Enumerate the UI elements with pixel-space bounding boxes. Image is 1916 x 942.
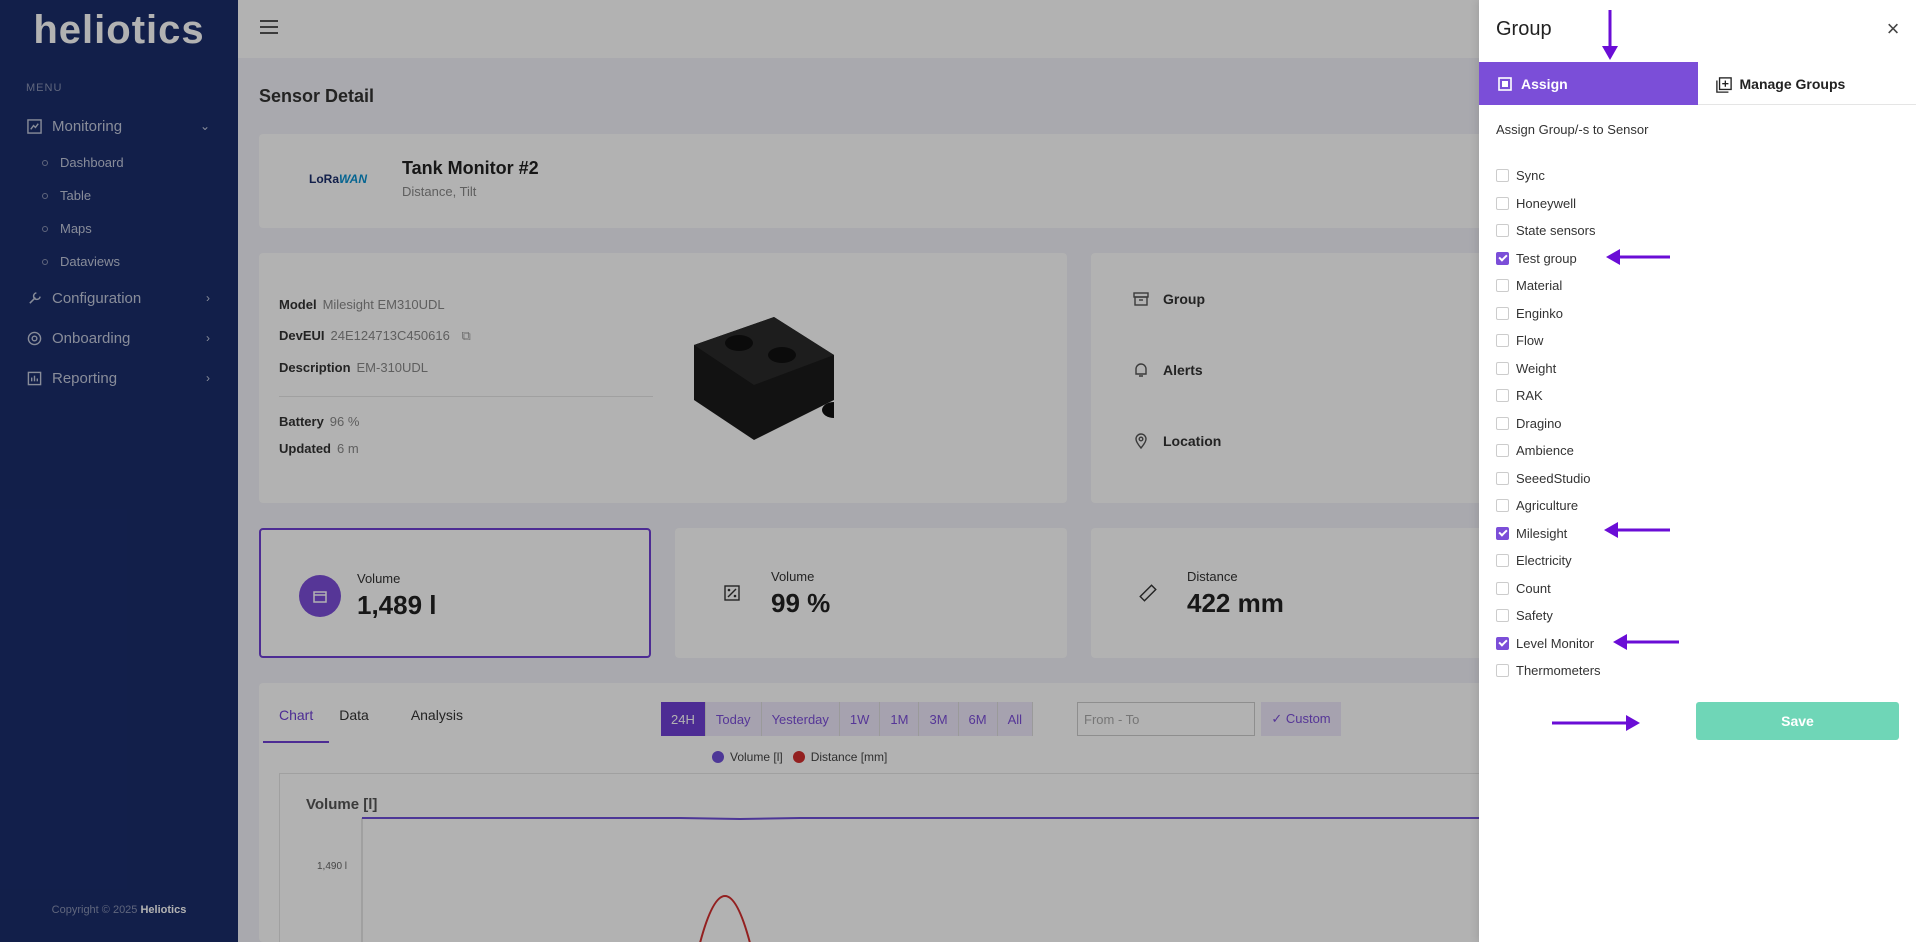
group-label: Safety [1516,608,1553,624]
group-label: Ambience [1516,443,1574,459]
group-drawer: Group × Assign Manage Groups Assign Grou… [1479,0,1916,942]
group-checkbox-item[interactable]: Thermometers [1496,657,1601,685]
checkbox[interactable] [1496,251,1509,265]
checkbox[interactable] [1496,609,1509,623]
group-checkbox-item[interactable]: Sync [1496,162,1601,190]
checkbox[interactable] [1496,499,1509,513]
group-label: Agriculture [1516,498,1579,514]
checkbox[interactable] [1496,224,1509,238]
group-label: Electricity [1516,553,1572,569]
checkbox[interactable] [1496,196,1509,210]
add-stack-icon [1715,76,1732,93]
checkbox[interactable] [1496,471,1509,485]
group-label: Milesight [1516,525,1568,541]
square-icon [1497,76,1513,92]
group-checkbox-item[interactable]: Material [1496,272,1601,300]
tab-manage-label: Manage Groups [1739,75,1846,92]
drawer-title: Group [1496,18,1552,40]
group-checkbox-item[interactable]: Weight [1496,355,1601,383]
group-checkbox-item[interactable]: Ambience [1496,437,1601,465]
checkbox[interactable] [1496,416,1509,430]
checkbox[interactable] [1496,664,1509,678]
group-label: SeeedStudio [1516,470,1591,486]
group-label: Enginko [1516,305,1563,321]
group-checkbox-item[interactable]: Count [1496,575,1601,603]
group-label: Thermometers [1516,663,1601,679]
assign-instruction: Assign Group/-s to Sensor [1496,122,1649,137]
group-checkbox-item[interactable]: Safety [1496,602,1601,630]
annotation-arrow-left [1604,522,1670,538]
group-checkbox-item[interactable]: Electricity [1496,547,1601,575]
group-checkbox-item[interactable]: Enginko [1496,300,1601,328]
annotation-arrow-right [1552,715,1640,731]
close-icon[interactable]: × [1884,18,1902,40]
annotation-arrow-left [1613,634,1679,650]
checkbox[interactable] [1496,334,1509,348]
group-label: Flow [1516,333,1544,349]
group-checkbox-item[interactable]: Honeywell [1496,190,1601,218]
group-label: Weight [1516,360,1557,376]
group-label: Honeywell [1516,195,1576,211]
group-checkbox-item[interactable]: State sensors [1496,217,1601,245]
checkbox[interactable] [1496,279,1509,293]
checkbox[interactable] [1496,389,1509,403]
group-checkbox-item[interactable]: Level Monitor [1496,630,1601,658]
checkbox[interactable] [1496,554,1509,568]
group-checkbox-item[interactable]: RAK [1496,382,1601,410]
group-label: Dragino [1516,415,1562,431]
tab-assign-label: Assign [1521,75,1568,92]
annotation-arrow-left [1606,249,1670,265]
group-label: Material [1516,278,1563,294]
checkbox[interactable] [1496,306,1509,320]
checkbox[interactable] [1496,636,1509,650]
checkbox[interactable] [1496,444,1509,458]
checkbox[interactable] [1496,361,1509,375]
group-label: Level Monitor [1516,635,1595,651]
checkbox[interactable] [1496,581,1509,595]
group-checkbox-item[interactable]: SeeedStudio [1496,465,1601,493]
group-label: Test group [1516,250,1577,266]
drawer-tabs: Assign Manage Groups [1479,62,1916,105]
group-label: Sync [1516,168,1545,184]
tab-manage-groups[interactable]: Manage Groups [1698,62,1916,105]
annotation-arrow-down [1602,10,1618,60]
checkbox[interactable] [1496,169,1509,183]
checkbox[interactable] [1496,526,1509,540]
group-checkbox-list: Sync Honeywell State sensors Test group Mate… [1496,162,1601,685]
tab-assign[interactable]: Assign [1479,62,1698,105]
group-checkbox-item[interactable]: Dragino [1496,410,1601,438]
group-label: RAK [1516,388,1543,404]
group-checkbox-item[interactable]: Agriculture [1496,492,1601,520]
group-label: Count [1516,580,1551,596]
group-label: State sensors [1516,223,1596,239]
group-checkbox-item[interactable]: Flow [1496,327,1601,355]
save-button[interactable]: Save [1696,702,1899,740]
group-checkbox-item[interactable]: Milesight [1496,520,1601,548]
group-checkbox-item[interactable]: Test group [1496,245,1601,273]
